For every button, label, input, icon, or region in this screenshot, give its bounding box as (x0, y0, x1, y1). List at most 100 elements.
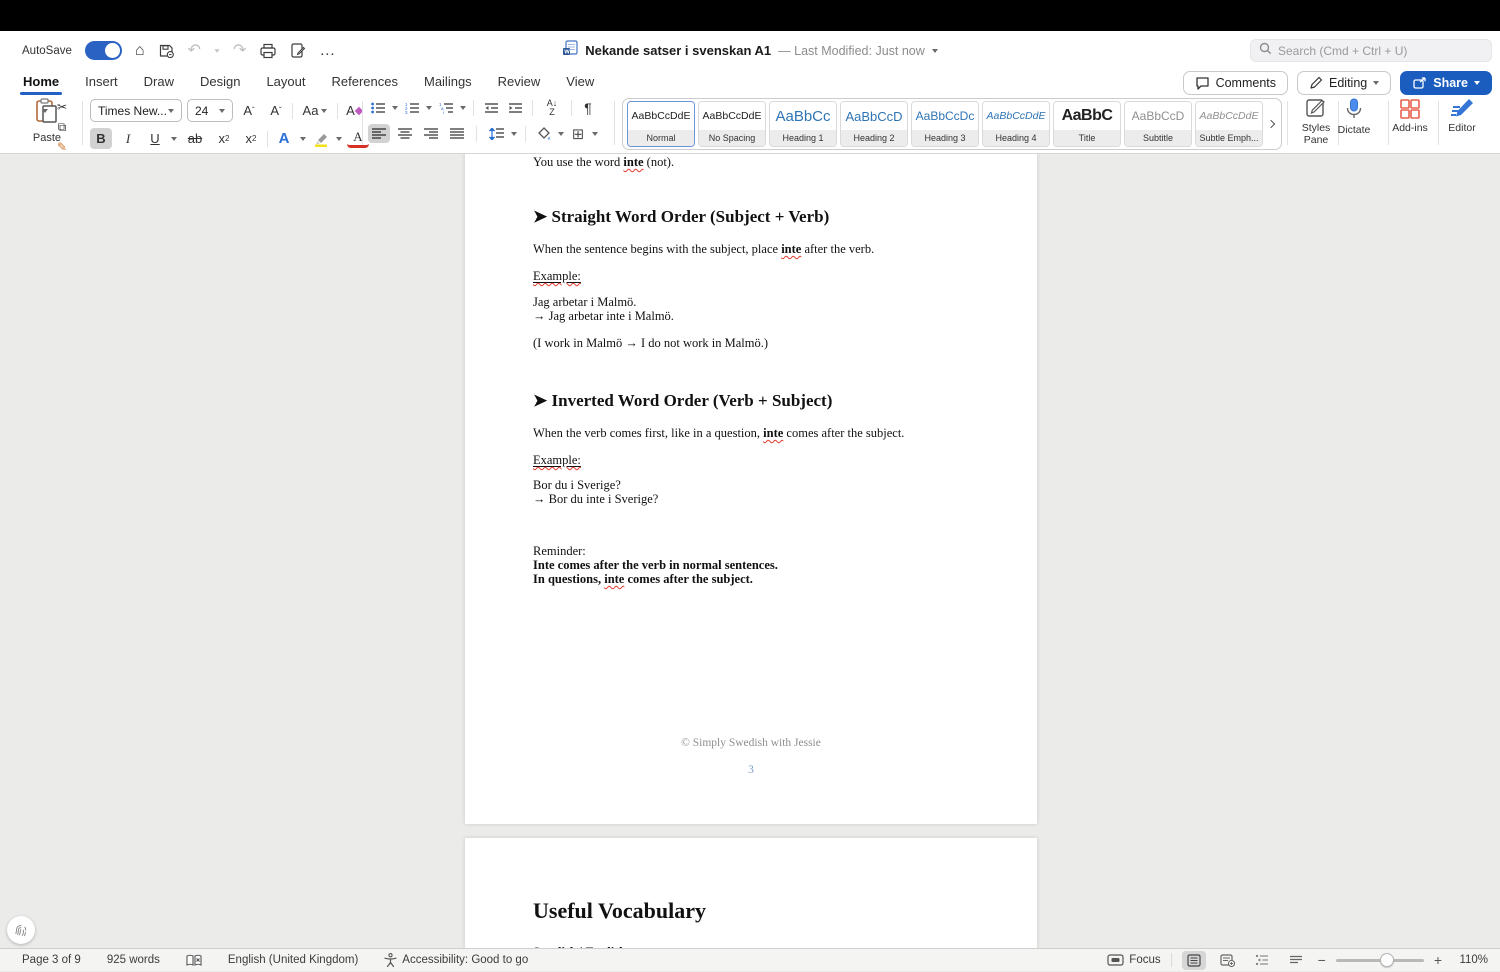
shading-chevron-icon[interactable] (558, 131, 564, 136)
shading-button[interactable] (534, 124, 554, 143)
style-heading-4[interactable]: AaBbCcDdE Heading 4 (982, 101, 1050, 147)
tab-mailings[interactable]: Mailings (411, 71, 485, 95)
style-heading-2[interactable]: AaBbCcD Heading 2 (840, 101, 908, 147)
undo-icon[interactable]: ↶ (188, 42, 201, 59)
style-subtle-emphasis[interactable]: AaBbCcDdE Subtle Emph... (1195, 101, 1263, 147)
document-canvas[interactable]: You use the word inte (not). ➤ Straight … (0, 154, 1500, 948)
numbered-list-button[interactable]: 123 (402, 99, 422, 117)
style-title[interactable]: AaBbC Title (1053, 101, 1121, 147)
increase-indent-icon[interactable] (505, 99, 525, 117)
document-page-3[interactable]: You use the word inte (not). ➤ Straight … (465, 154, 1037, 824)
undo-chevron-icon[interactable] (214, 48, 220, 53)
underline-button[interactable]: U (144, 128, 166, 149)
draft-view-icon[interactable] (1284, 951, 1308, 970)
macos-menubar (0, 0, 1500, 31)
example-label-1: Example: (533, 269, 581, 283)
redo-icon[interactable]: ↷ (233, 42, 246, 59)
zoom-in-button[interactable]: + (1434, 952, 1442, 968)
tab-insert[interactable]: Insert (72, 71, 131, 95)
line-spacing-button[interactable] (485, 124, 507, 143)
proofing-status-icon[interactable] (186, 954, 202, 967)
tab-references[interactable]: References (319, 71, 411, 95)
numbered-list-chevron-icon[interactable] (426, 106, 432, 110)
font-name-select[interactable]: Times New... (90, 99, 182, 122)
export-doc-icon[interactable] (290, 42, 306, 59)
font-size-select[interactable]: 24 (187, 99, 233, 122)
shrink-font-button[interactable]: Aˇ (265, 100, 287, 121)
zoom-slider-knob[interactable] (1379, 952, 1394, 967)
borders-chevron-icon[interactable] (592, 131, 598, 136)
share-button[interactable]: Share (1400, 70, 1492, 95)
style-subtitle[interactable]: AaBbCcD Subtitle (1124, 101, 1192, 147)
cut-icon[interactable]: ✂ (52, 99, 72, 115)
tab-view[interactable]: View (553, 71, 607, 95)
highlight-chevron-icon[interactable] (336, 136, 342, 141)
document-title[interactable]: Nekande satser i svenskan A1 (585, 43, 771, 58)
grow-font-button[interactable]: Aˆ (238, 100, 260, 121)
tab-design[interactable]: Design (187, 71, 253, 95)
style-no-spacing[interactable]: AaBbCcDdE No Spacing (698, 101, 766, 147)
add-ins-button[interactable]: Add-ins (1384, 97, 1436, 134)
multilevel-list-chevron-icon[interactable] (460, 106, 466, 110)
justify-button[interactable] (446, 124, 468, 143)
search-box[interactable] (1250, 39, 1492, 62)
tab-layout[interactable]: Layout (253, 71, 318, 95)
bullet-list-button[interactable] (368, 99, 388, 117)
show-formatting-marks-icon[interactable]: ¶ (579, 99, 597, 117)
underline-chevron-icon[interactable] (171, 136, 177, 141)
borders-button[interactable]: ⊞ (568, 124, 588, 143)
touch-id-indicator[interactable] (7, 916, 35, 944)
more-commands-icon[interactable]: … (319, 42, 335, 59)
font-color-button[interactable]: A (347, 129, 369, 148)
bold-button[interactable]: B (90, 128, 112, 149)
title-chevron-icon[interactable] (931, 48, 938, 53)
style-normal[interactable]: AaBbCcDdE Normal (627, 101, 695, 147)
page-info[interactable]: Page 3 of 9 (22, 954, 81, 966)
strikethrough-button[interactable]: ab (182, 128, 208, 149)
highlight-button[interactable] (311, 128, 331, 149)
paste-chevron-icon[interactable] (42, 109, 48, 113)
web-layout-view-icon[interactable] (1216, 951, 1240, 970)
tab-home[interactable]: Home (10, 71, 72, 95)
multilevel-list-button[interactable]: 1ai (436, 99, 456, 117)
autosave-toggle[interactable] (84, 41, 122, 60)
decrease-indent-icon[interactable] (481, 99, 501, 117)
search-input[interactable] (1278, 43, 1483, 58)
outline-view-icon[interactable] (1250, 951, 1274, 970)
text-effects-chevron-icon[interactable] (300, 136, 306, 141)
editing-mode-button[interactable]: Editing (1297, 70, 1392, 95)
home-icon[interactable]: ⌂ (135, 42, 145, 59)
text-effects-button[interactable]: A (273, 128, 295, 149)
language-selector[interactable]: English (United Kingdom) (228, 954, 358, 966)
zoom-out-button[interactable]: − (1318, 952, 1326, 968)
editor-button[interactable]: Editor (1436, 97, 1488, 134)
change-case-button[interactable]: Aa (298, 100, 332, 121)
dictate-button[interactable]: Dictate (1328, 97, 1380, 136)
copy-icon[interactable]: ⧉ (52, 119, 72, 135)
zoom-level[interactable]: 110% (1452, 954, 1488, 966)
comments-button[interactable]: Comments (1182, 70, 1289, 95)
bullet-list-chevron-icon[interactable] (392, 106, 398, 110)
format-painter-icon[interactable]: ✎ (52, 139, 72, 155)
style-heading-1[interactable]: AaBbCc Heading 1 (769, 101, 837, 147)
word-count[interactable]: 925 words (107, 954, 160, 966)
gallery-more-icon[interactable] (1266, 119, 1276, 129)
align-center-button[interactable] (394, 124, 416, 143)
subscript-button[interactable]: x2 (213, 128, 235, 149)
align-left-button[interactable] (368, 124, 390, 143)
superscript-button[interactable]: x2 (240, 128, 262, 149)
tab-review[interactable]: Review (485, 71, 554, 95)
print-icon[interactable] (259, 43, 277, 59)
style-heading-3[interactable]: AaBbCcDc Heading 3 (911, 101, 979, 147)
accessibility-status[interactable]: Accessibility: Good to go (384, 953, 528, 967)
line-spacing-chevron-icon[interactable] (511, 131, 517, 136)
print-layout-view-icon[interactable] (1181, 950, 1206, 970)
align-right-button[interactable] (420, 124, 442, 143)
sort-icon[interactable]: A↓ Z (540, 99, 564, 117)
zoom-slider[interactable] (1335, 952, 1424, 967)
save-icon[interactable] (158, 42, 175, 59)
document-page-4[interactable]: Useful Vocabulary Swedish | English (465, 838, 1037, 948)
italic-button[interactable]: I (117, 128, 139, 149)
tab-draw[interactable]: Draw (131, 71, 187, 95)
focus-button[interactable]: Focus (1107, 954, 1161, 966)
